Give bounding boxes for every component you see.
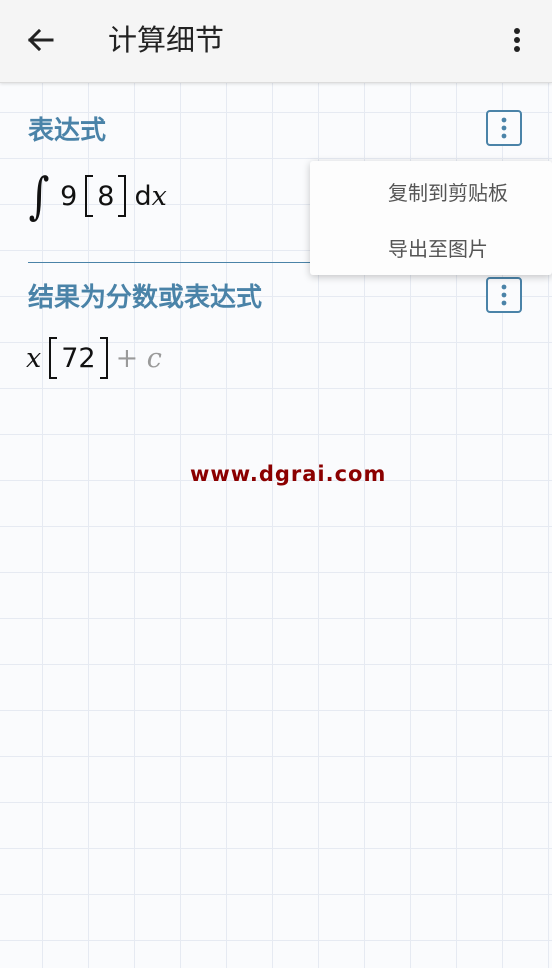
- menu-item-copy-to-clipboard[interactable]: 复制到剪贴板: [388, 177, 508, 206]
- expression-more-button[interactable]: [486, 110, 522, 146]
- right-bracket: [118, 175, 127, 217]
- right-bracket: [99, 337, 108, 379]
- left-bracket: [85, 175, 94, 217]
- integral-symbol: ∫: [28, 167, 50, 225]
- integration-constant: + c: [115, 342, 162, 374]
- more-vert-icon: [501, 117, 507, 139]
- arrow-left-icon: [27, 28, 54, 52]
- watermark-text: www.dgrai.com: [190, 462, 387, 486]
- result-more-button[interactable]: [486, 277, 522, 313]
- overflow-menu-button[interactable]: [502, 20, 532, 60]
- app-bar: 计算细节: [0, 0, 552, 83]
- left-bracket: [49, 337, 58, 379]
- result-math[interactable]: x 72 + c: [26, 328, 162, 388]
- result-variable: x: [26, 342, 42, 374]
- expression-section-title: 表达式: [28, 116, 107, 146]
- differential-d: d: [134, 180, 152, 212]
- more-vert-icon: [514, 28, 520, 52]
- expression-math[interactable]: ∫ 9 8 d x: [26, 166, 167, 226]
- popup-menu: 复制到剪贴板 导出至图片: [310, 161, 552, 275]
- back-button[interactable]: [18, 20, 62, 60]
- expression-bracket-value: 8: [97, 180, 115, 212]
- section-divider: [28, 262, 310, 263]
- more-vert-icon: [501, 284, 507, 306]
- expression-coefficient: 9: [60, 180, 78, 212]
- result-section-title: 结果为分数或表达式: [28, 283, 263, 313]
- result-bracket-value: 72: [61, 342, 96, 374]
- menu-item-export-to-image[interactable]: 导出至图片: [388, 233, 488, 262]
- differential-variable: x: [151, 180, 167, 212]
- page-title: 计算细节: [108, 23, 225, 57]
